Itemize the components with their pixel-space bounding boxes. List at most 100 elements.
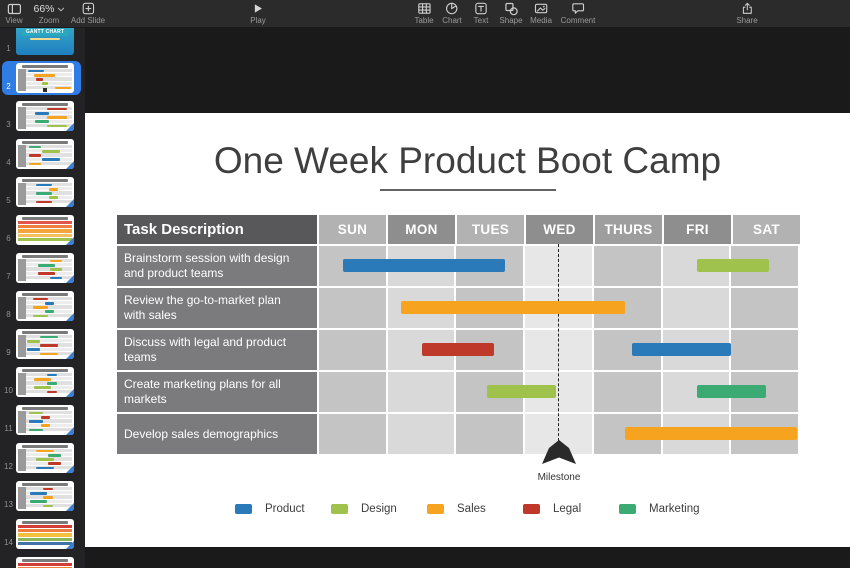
slide-thumbnail-10[interactable]: 10 [2, 365, 81, 399]
thumbnail-fold-corner [66, 237, 74, 245]
thumbnail-title-bar [22, 331, 68, 334]
gantt-bar-marketing[interactable] [697, 385, 766, 398]
view-label: View [5, 16, 22, 26]
view-button[interactable]: View [5, 1, 22, 26]
share-label: Share [736, 16, 757, 26]
slide-thumbnail-3[interactable]: 3 [2, 99, 81, 133]
legend-item-product[interactable]: Product [235, 503, 331, 515]
thumbnail-bar [47, 391, 58, 394]
slide-thumbnail-2[interactable]: 2 [2, 61, 81, 95]
play-label: Play [250, 16, 266, 26]
legend-item-design[interactable]: Design [331, 503, 427, 515]
thumbnail-chart [18, 297, 72, 320]
thumbnail-label-column [18, 183, 26, 205]
media-icon [533, 1, 549, 16]
day-column-sat [731, 330, 800, 370]
slide-thumbnail-7[interactable]: 7 [2, 251, 81, 285]
row-timeline [319, 246, 800, 286]
shape-button[interactable]: Shape [499, 1, 522, 26]
thumbnail-bar [49, 196, 59, 199]
thumbnail-row [18, 276, 72, 280]
thumbnail-chart [18, 259, 72, 282]
thumbnail-title-bar [22, 65, 68, 68]
gantt-bar-sales[interactable] [625, 427, 797, 440]
slide-thumbnail-13[interactable]: 13 [2, 479, 81, 513]
thumbnail-chart [18, 335, 72, 358]
table-button[interactable]: Table [414, 1, 433, 26]
add-slide-button[interactable]: Add Slide [71, 1, 105, 26]
play-icon [252, 1, 264, 16]
chart-legend[interactable]: Product DesignSalesLegalMarketing [235, 503, 715, 515]
slide-thumbnail-6[interactable]: 6 [2, 213, 81, 247]
day-column-mon [388, 372, 457, 412]
gantt-bar-legal[interactable] [422, 343, 494, 356]
thumbnail-bar [33, 315, 48, 318]
gantt-bar-product[interactable] [343, 259, 504, 272]
thumbnail-bar [47, 108, 67, 111]
day-header-mon: MON [388, 215, 455, 244]
thumbnail-bar [35, 112, 49, 115]
slide-thumbnail-image [16, 215, 74, 245]
slide-thumbnail-8[interactable]: 8 [2, 289, 81, 323]
gantt-chart[interactable]: Task Description SUNMONTUESWEDTHURSFRISA… [117, 215, 800, 454]
slide-thumbnail-11[interactable]: 11 [2, 403, 81, 437]
thumbnail-bar [42, 158, 60, 161]
milestone-label: Milestone [509, 472, 609, 483]
legend-item-marketing[interactable]: Marketing [619, 503, 715, 515]
media-button[interactable]: Media [530, 1, 552, 26]
add-slide-icon [81, 1, 96, 16]
thumbnail-bar [42, 82, 48, 85]
thumbnail-bar [43, 488, 53, 491]
thumbnail-fold-corner [66, 123, 74, 131]
comment-button[interactable]: Comment [561, 1, 596, 26]
slide-canvas[interactable]: One Week Product Boot Camp Task Descript… [85, 113, 850, 547]
chart-button[interactable]: Chart [442, 1, 462, 26]
slide-navigator: 1GANTT CHART 2 3 4 5 6 7 8 9 10 11 12 13 14 15 [0, 28, 85, 568]
task-label: Develop sales demographics [117, 414, 317, 454]
text-button[interactable]: Text [474, 1, 489, 26]
thumbnail-fold-corner [66, 199, 74, 207]
slide-thumbnail-12[interactable]: 12 [2, 441, 81, 475]
slide-thumbnail-image [16, 63, 74, 93]
thumbnail-subtitle-bar [30, 38, 60, 40]
day-column-wed [525, 330, 594, 370]
slide-thumbnail-4[interactable]: 4 [2, 137, 81, 171]
gantt-bar-design[interactable] [697, 259, 769, 272]
slide-title[interactable]: One Week Product Boot Camp [85, 141, 850, 182]
slide-number: 14 [2, 538, 15, 547]
gantt-bar-design[interactable] [487, 385, 556, 398]
table-icon [416, 1, 432, 16]
thumbnail-chart [18, 563, 72, 568]
thumbnail-bar [35, 120, 49, 123]
slide-thumbnail-1[interactable]: 1GANTT CHART [2, 28, 81, 57]
legend-swatch [331, 504, 348, 514]
thumbnail-bar [29, 146, 41, 149]
slide-thumbnail-14[interactable]: 14 [2, 517, 81, 551]
thumbnail-label-column [18, 145, 26, 167]
milestone-marker[interactable] [540, 440, 578, 468]
day-column-mon [388, 414, 457, 454]
zoom-control[interactable]: 66% Zoom [33, 1, 64, 26]
thumbnail-bar [36, 450, 54, 453]
task-label: Review the go-to-market plan with sales [117, 288, 317, 328]
slide-thumbnail-5[interactable]: 5 [2, 175, 81, 209]
legend-item-legal[interactable]: Legal [523, 503, 619, 515]
day-column-fri [663, 288, 732, 328]
row-timeline [319, 372, 800, 412]
thumbnail-bar [41, 424, 50, 427]
gantt-bar-sales[interactable] [401, 301, 624, 314]
slide-thumbnail-15[interactable]: 15 [2, 555, 81, 568]
gantt-row: Brainstorm session with design and produ… [117, 246, 800, 286]
slide-number: 7 [2, 272, 15, 281]
legend-item-sales[interactable]: Sales [427, 503, 523, 515]
gantt-bar-product[interactable] [632, 343, 732, 356]
slide-number: 2 [2, 82, 15, 91]
legend-label: Product [265, 503, 305, 515]
thumbnail-row [18, 162, 72, 166]
task-description-header: Task Description [117, 215, 317, 244]
slide-thumbnail-image [16, 101, 74, 131]
play-button[interactable]: Play [250, 1, 266, 26]
thumbnail-chart [18, 411, 72, 434]
share-button[interactable]: Share [736, 1, 757, 26]
slide-thumbnail-9[interactable]: 9 [2, 327, 81, 361]
